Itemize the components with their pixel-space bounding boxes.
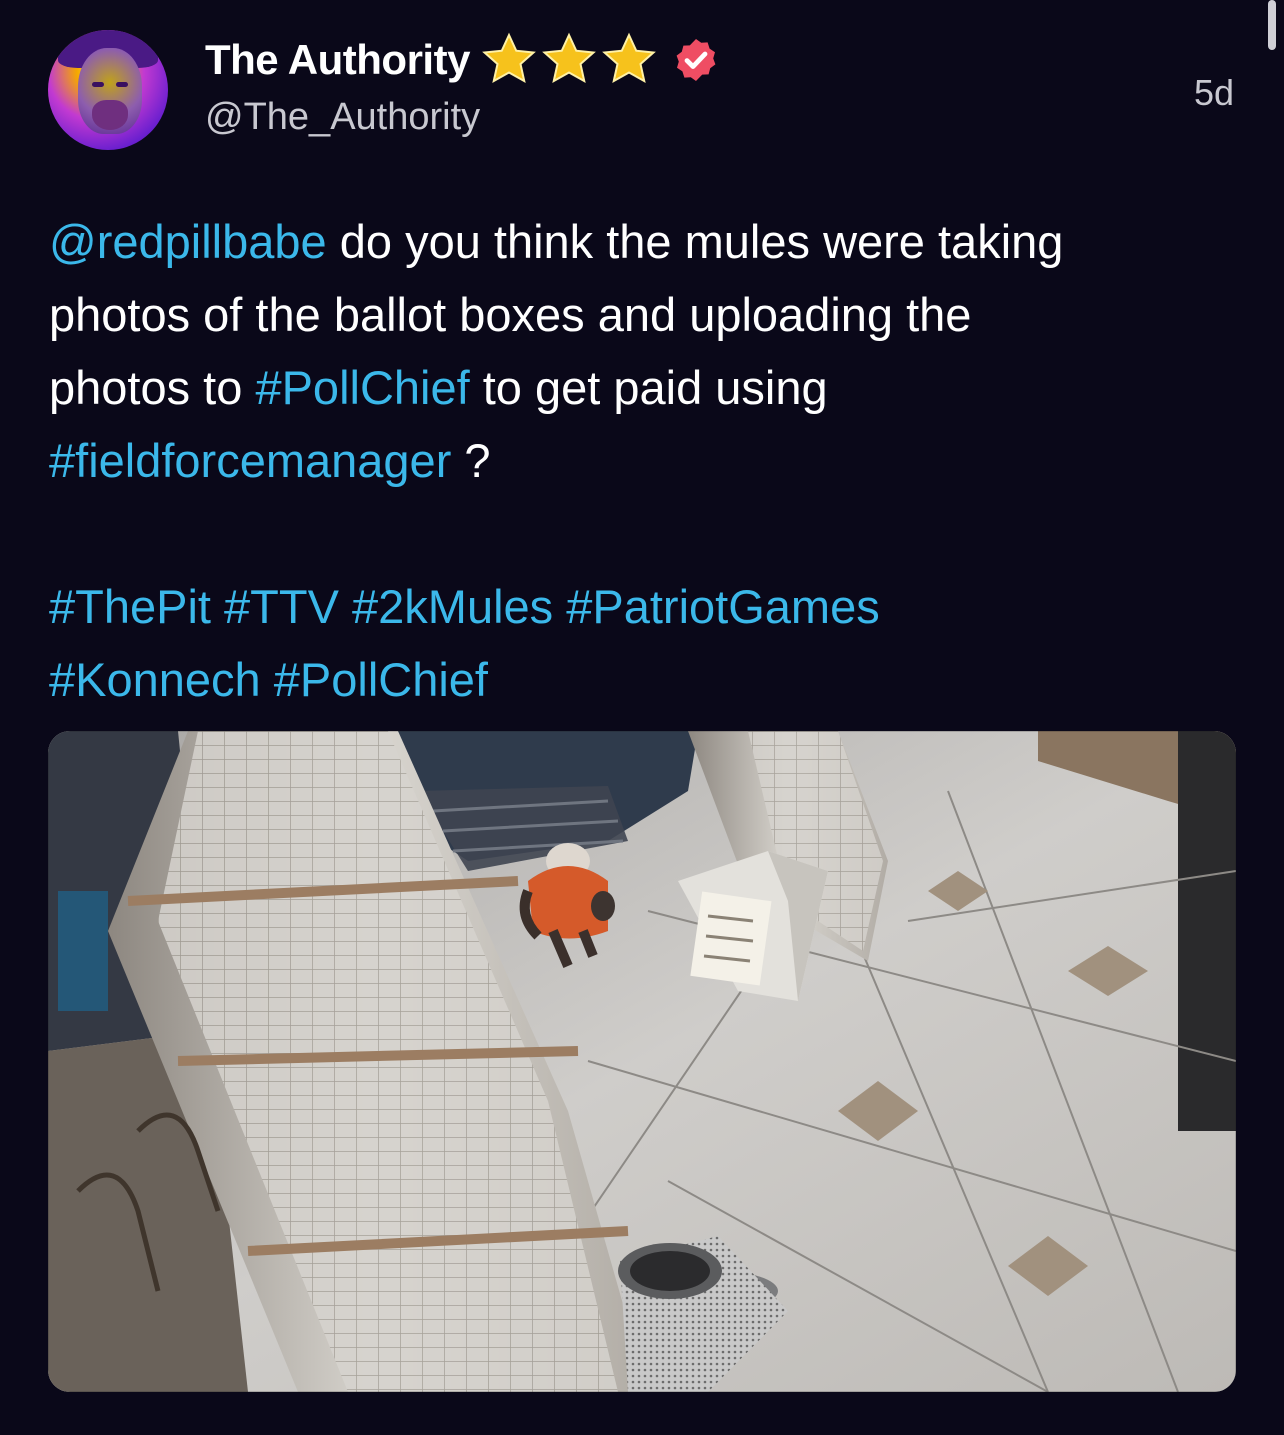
post-image[interactable] — [48, 731, 1236, 1392]
hashtag-link[interactable]: #fieldforcemanager — [49, 434, 451, 487]
rank-stars — [478, 30, 658, 90]
post-line: photos of the ballot boxes and uploading… — [49, 288, 972, 341]
hashtag-row: #Konnech #PollChief — [49, 643, 1239, 716]
hashtag-link[interactable]: #PollChief — [274, 653, 488, 706]
hashtag-link[interactable]: #TTV — [224, 580, 339, 633]
post-card: The Authority @The_Authority 5d @redpill… — [0, 0, 1284, 1435]
avatar-eye — [116, 82, 128, 87]
surveillance-photo — [48, 731, 1236, 1392]
hashtag-link[interactable]: #ThePit — [49, 580, 211, 633]
hashtag-link[interactable]: #PollChief — [255, 361, 469, 414]
post-line: #fieldforcemanager ? — [49, 424, 1239, 497]
post-time[interactable]: 5d — [1194, 72, 1234, 114]
hashtag-row: #ThePit #TTV #2kMules #PatriotGames — [49, 570, 1239, 643]
star-icon — [542, 32, 596, 83]
avatar-eye — [92, 82, 104, 87]
author-row: The Authority — [205, 32, 720, 86]
post-body: @redpillbabe do you think the mules were… — [49, 205, 1239, 716]
post-text: ? — [451, 434, 491, 487]
post-line: @redpillbabe do you think the mules were… — [49, 205, 1239, 278]
hashtag-link[interactable]: #Konnech — [49, 653, 261, 706]
scrollbar[interactable] — [1268, 0, 1276, 50]
post-text: to get paid using — [469, 361, 828, 414]
star-icon — [602, 32, 656, 83]
author-handle[interactable]: @The_Authority — [205, 96, 480, 139]
author-name[interactable]: The Authority — [205, 36, 470, 84]
verified-badge-icon — [672, 36, 720, 84]
post-text: photos to — [49, 361, 256, 414]
avatar[interactable] — [48, 30, 168, 150]
hashtag-link[interactable]: #2kMules — [352, 580, 553, 633]
post-line: photos to #PollChief to get paid using — [49, 351, 1239, 424]
star-icon — [482, 32, 536, 83]
post-text: do you think the mules were taking — [326, 215, 1064, 268]
hashtag-link[interactable]: #PatriotGames — [566, 580, 879, 633]
avatar-beard — [92, 100, 128, 130]
mention-link[interactable]: @redpillbabe — [49, 215, 327, 268]
